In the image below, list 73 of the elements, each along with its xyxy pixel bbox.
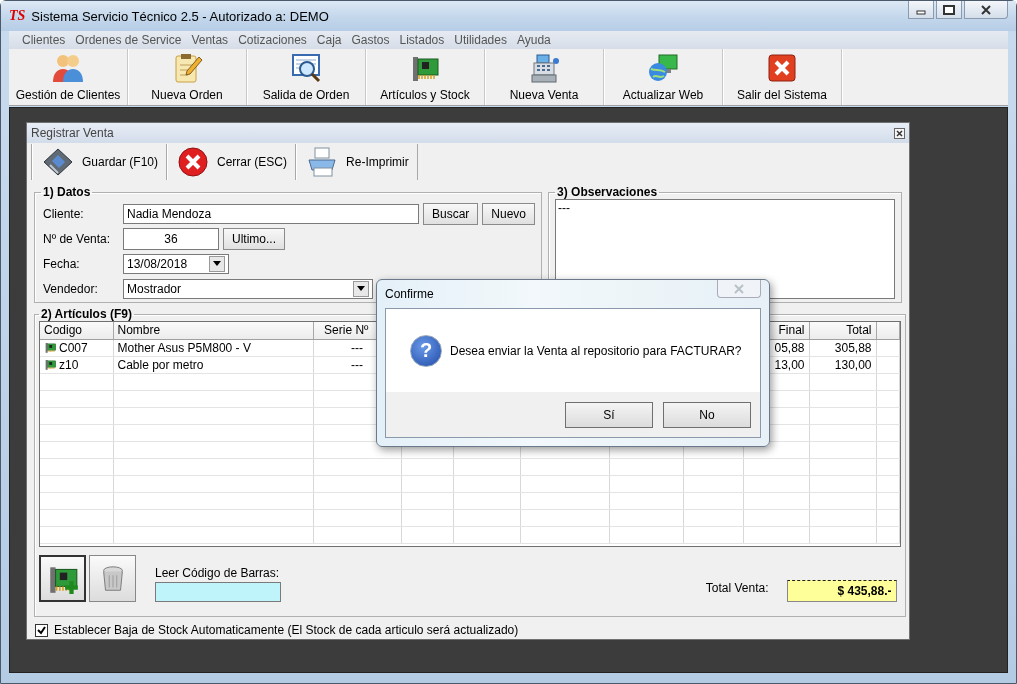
menu-item[interactable]: Listados [394, 33, 450, 47]
toolbar-button[interactable]: Artículos y Stock [366, 49, 485, 105]
menu-item[interactable]: Caja [311, 33, 347, 47]
text-field[interactable]: Nadia Mendoza [123, 203, 419, 224]
combo-field[interactable]: Mostrador [123, 278, 373, 299]
column-header[interactable]: Nombre [117, 323, 161, 338]
cash-register-icon [528, 52, 560, 84]
toolbar-button[interactable]: Salida de Orden [247, 49, 366, 105]
toolbar-button[interactable]: Nueva Venta [485, 49, 604, 105]
maximize-icon [943, 4, 955, 15]
checkbox-label: Establecer Baja de Stock Automaticamente (El Stock de cada articulo será actualizado) [54, 623, 519, 637]
app-logo: TS [9, 8, 26, 24]
x-icon [766, 52, 798, 84]
form-button[interactable]: Nuevo [482, 202, 536, 225]
form-button[interactable]: Ultimo... [223, 227, 285, 250]
toolbar-button[interactable]: Cerrar (ESC) [166, 144, 296, 180]
table-cell: Mother Asus P5M800 - V [113, 339, 313, 356]
menu-item[interactable]: Clientes [17, 33, 71, 47]
field-label: Fecha: [42, 255, 81, 273]
circuit-board-icon [44, 358, 57, 371]
dialog-title: Confirme [385, 287, 434, 301]
close-icon [733, 283, 745, 294]
x-circle-icon [177, 146, 210, 178]
menu-item[interactable]: Cotizaciones [233, 33, 312, 47]
window-title: Sistema Servicio Técnico 2.5 - Autorizado a: DEMO [31, 8, 330, 24]
globe-monitor-icon [647, 52, 679, 84]
field-label: Cliente: [42, 205, 85, 223]
field-label: Vendedor: [42, 280, 99, 298]
close-button[interactable] [964, 1, 1008, 19]
toolbar-button[interactable]: Guardar (F10) [31, 144, 167, 180]
field-label: Nº de Venta: [42, 230, 112, 248]
dialog-button[interactable]: Sí [565, 401, 653, 428]
menu-item[interactable]: Ventas [186, 33, 234, 47]
table-cell: 130,00 [809, 356, 876, 373]
toolbar-button[interactable]: Actualizar Web [604, 49, 723, 105]
question-icon: ? [410, 334, 442, 367]
close-icon [895, 128, 904, 138]
field-label: Total Venta: [705, 581, 769, 595]
date-value: 13/08/2018 [127, 256, 188, 271]
date-field[interactable]: 13/08/2018 [123, 253, 229, 274]
dialog-message: Desea enviar la Venta al repositorio para FACTURAR? [450, 343, 742, 358]
form-button[interactable]: Buscar [423, 202, 479, 225]
close-icon [980, 4, 992, 15]
total-field: $ 435,88.- [786, 580, 897, 602]
group-title: 3) Observaciones [556, 185, 659, 199]
combo-value: Mostrador [127, 281, 182, 296]
group-title: 2) Artículos (F9) [40, 307, 133, 321]
add-item-button[interactable] [39, 555, 86, 602]
toolbar-button[interactable]: Gestión de Clientes [9, 49, 128, 105]
toolbar-button[interactable]: Salir del Sistema [723, 49, 842, 105]
maximize-button[interactable] [936, 1, 962, 19]
close-button[interactable] [894, 127, 905, 139]
toolbar-button[interactable]: Nueva Orden [128, 49, 247, 105]
menu-item[interactable]: Ayuda [511, 33, 556, 47]
checkbox[interactable] [35, 623, 48, 637]
table-cell: Cable por metro [113, 356, 313, 373]
menu-item[interactable]: Gastos [346, 33, 395, 47]
number-field[interactable]: 36 [123, 227, 219, 250]
printer-icon [306, 146, 339, 178]
group-title: 1) Datos [42, 185, 92, 199]
menu-item[interactable]: Ordenes de Service [70, 33, 187, 47]
table-cell: C007 [59, 340, 88, 355]
window-title: Registrar Venta [31, 126, 114, 140]
barcode-field[interactable] [155, 582, 281, 602]
toolbar-button[interactable]: Re-Imprimir [295, 144, 418, 180]
people-icon [52, 52, 84, 84]
magnifier-document-icon [290, 52, 322, 84]
field-label: Leer Código de Barras: [155, 566, 281, 580]
circuit-board-icon [44, 341, 57, 354]
dialog-button[interactable]: No [663, 401, 751, 428]
table-cell: 305,88 [809, 339, 876, 356]
menu-item[interactable]: Utilidades [449, 33, 512, 47]
table-cell: z10 [59, 357, 79, 372]
